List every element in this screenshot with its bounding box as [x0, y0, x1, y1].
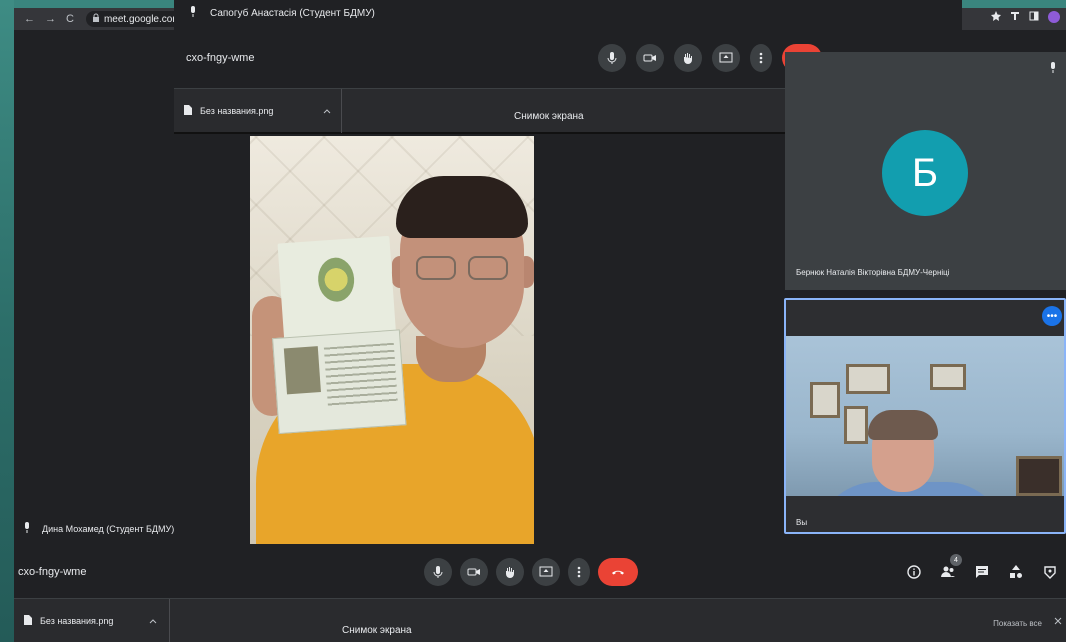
- lock-icon: [92, 13, 100, 25]
- main-participant-label: Дина Мохамед (Студент БДМУ): [22, 522, 174, 536]
- forward-icon[interactable]: →: [45, 13, 56, 25]
- pin-icon[interactable]: [1048, 62, 1058, 77]
- end-call-button[interactable]: [598, 558, 638, 586]
- mic-button[interactable]: [598, 44, 626, 72]
- show-all-link[interactable]: Показать все: [993, 619, 1042, 628]
- file-icon: [184, 105, 192, 117]
- more-vert-icon: [759, 52, 763, 64]
- tile-participant-name: Бернюк Наталія Вікторівна БДМУ-Черніці: [796, 268, 950, 277]
- avatar: Б: [882, 130, 968, 216]
- raise-hand-button[interactable]: [496, 558, 524, 586]
- phone-hangup-icon: [612, 570, 624, 575]
- host-controls-icon[interactable]: [1042, 564, 1058, 585]
- activities-icon[interactable]: [1008, 564, 1024, 585]
- mic-icon: [22, 522, 32, 536]
- toolbar-right-actions: 4: [906, 554, 1058, 585]
- download-file-name: Без названия.png: [40, 616, 114, 626]
- close-icon[interactable]: [1054, 617, 1062, 627]
- info-icon[interactable]: [906, 564, 922, 585]
- hand-icon: [684, 53, 692, 64]
- downloads-bar: Без названия.png Снимок экрана Показать …: [14, 598, 1066, 642]
- present-icon: [719, 52, 733, 63]
- camera-button[interactable]: [636, 44, 664, 72]
- more-options-button[interactable]: [568, 558, 590, 586]
- participant-count-badge: 4: [950, 554, 962, 566]
- mic-button[interactable]: [424, 558, 452, 586]
- reload-icon[interactable]: C: [66, 13, 74, 25]
- meet-toolbar: cxo-fngy-wme 4: [14, 548, 1066, 596]
- participant-name: Дина Мохамед (Студент БДМУ): [42, 524, 175, 534]
- camera-button[interactable]: [460, 558, 488, 586]
- mic-icon: [607, 52, 617, 64]
- more-vert-icon: [577, 566, 581, 578]
- raise-hand-button[interactable]: [674, 44, 702, 72]
- profile-avatar[interactable]: [1048, 11, 1060, 23]
- file-icon: [24, 615, 32, 627]
- chevron-up-icon[interactable]: [323, 106, 331, 116]
- download-file-name: Без названия.png: [200, 106, 274, 116]
- teal-slide-border-left: [0, 0, 14, 642]
- presenter-name: Сапогуб Анастасія (Студент БДМУ): [210, 8, 375, 19]
- hand-icon: [506, 567, 514, 578]
- passport-document: [260, 235, 407, 435]
- participant-tile-avatar[interactable]: Б Бернюк Наталія Вікторівна БДМУ-Черніці: [785, 52, 1066, 290]
- present-icon: [539, 566, 553, 577]
- more-horiz-icon[interactable]: •••: [1042, 306, 1062, 326]
- self-name: Вы: [796, 518, 808, 527]
- chat-icon[interactable]: [974, 564, 990, 585]
- call-controls: [424, 558, 638, 586]
- extension-icon[interactable]: [1010, 11, 1020, 24]
- chevron-up-icon[interactable]: [149, 616, 157, 626]
- screen-title: Снимок экрана: [342, 625, 412, 636]
- meeting-code: cxo-fngy-wme: [186, 52, 255, 64]
- meeting-code: cxo-fngy-wme: [18, 566, 87, 578]
- back-icon[interactable]: ←: [24, 13, 35, 25]
- main-video-tile[interactable]: [250, 136, 534, 544]
- camera-icon: [467, 568, 480, 576]
- people-button[interactable]: 4: [940, 554, 962, 585]
- download-chip[interactable]: Без названия.png: [174, 89, 342, 133]
- browser-nav: ← → C: [24, 13, 74, 25]
- extension-icon[interactable]: [991, 11, 1001, 24]
- presenter-row: Сапогуб Анастасія (Студент БДМУ): [188, 6, 375, 21]
- url-text: meet.google.com: [103, 13, 181, 25]
- mic-off-icon: [188, 6, 198, 21]
- present-button[interactable]: [532, 558, 560, 586]
- camera-icon: [643, 54, 656, 62]
- screen-title: Снимок экрана: [514, 111, 584, 122]
- mic-icon: [433, 566, 443, 578]
- window-icon[interactable]: [1029, 11, 1039, 24]
- more-options-button[interactable]: [750, 44, 772, 72]
- self-video-tile[interactable]: ••• Вы: [784, 298, 1066, 534]
- present-button[interactable]: [712, 44, 740, 72]
- extensions-area: [991, 11, 1060, 24]
- people-icon: [941, 566, 955, 577]
- download-chip[interactable]: Без названия.png: [14, 599, 170, 642]
